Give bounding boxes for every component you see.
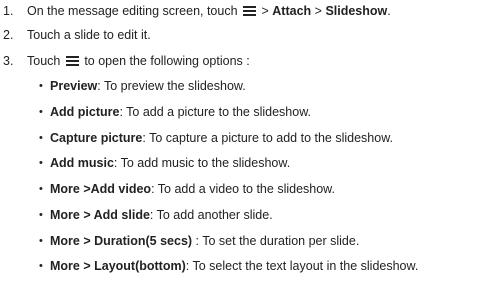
- option-label: Preview: [50, 79, 98, 93]
- bullet: •: [39, 106, 43, 118]
- step-3-pre: Touch: [27, 54, 61, 68]
- step-number: 1.: [3, 4, 14, 18]
- option-desc: : To add a video to the slideshow.: [151, 182, 335, 196]
- bullet: •: [39, 235, 43, 247]
- step-3-post: to open the following options :: [84, 54, 250, 68]
- option-text: More >Add video: To add a video to the s…: [50, 182, 335, 197]
- bullet: •: [39, 157, 43, 169]
- option-label: More >Add video: [50, 182, 152, 196]
- bullet: •: [39, 80, 43, 92]
- option-desc: : To add music to the slideshow.: [113, 156, 291, 170]
- step-text: Touch to open the following options :: [27, 54, 250, 69]
- option-label: Add picture: [50, 105, 120, 119]
- option-text: Add picture: To add a picture to the sli…: [50, 105, 311, 120]
- option-text: Capture picture: To capture a picture to…: [50, 131, 393, 146]
- option-desc: : To capture a picture to add to the sli…: [142, 131, 394, 145]
- option-text: Add music: To add music to the slideshow…: [50, 156, 290, 171]
- option-label: More > Add slide: [50, 208, 150, 222]
- option-desc: : To add a picture to the slideshow.: [119, 105, 312, 119]
- option-text: More > Add slide: To add another slide.: [50, 208, 273, 223]
- bullet: •: [39, 132, 43, 144]
- menu-icon: [65, 56, 79, 66]
- bullet: •: [39, 209, 43, 221]
- option-desc: : To add another slide.: [149, 208, 273, 222]
- option-text: More > Layout(bottom): To select the tex…: [50, 259, 418, 274]
- separator: >: [258, 4, 273, 18]
- step-text: Touch a slide to edit it.: [27, 28, 151, 42]
- instructions-document: 1. On the message editing screen, touch …: [0, 0, 501, 284]
- option-desc: : To preview the slideshow.: [97, 79, 246, 93]
- step-number: 3.: [3, 54, 14, 68]
- step-1-pre: On the message editing screen, touch: [27, 4, 238, 18]
- step-text: On the message editing screen, touch > A…: [27, 4, 391, 19]
- attach-label: Attach: [272, 4, 312, 18]
- option-label: More > Duration(5 secs): [50, 234, 193, 248]
- option-desc: : To select the text layout in the slide…: [185, 259, 419, 273]
- option-text: Preview: To preview the slideshow.: [50, 79, 246, 94]
- period: .: [387, 4, 391, 18]
- option-label: More > Layout(bottom): [50, 259, 186, 273]
- option-label: Capture picture: [50, 131, 143, 145]
- bullet: •: [39, 260, 43, 272]
- menu-icon: [243, 6, 257, 16]
- slideshow-label: Slideshow: [325, 4, 388, 18]
- option-text: More > Duration(5 secs) : To set the dur…: [50, 234, 359, 249]
- separator: >: [311, 4, 326, 18]
- step-number: 2.: [3, 28, 14, 42]
- option-desc: : To set the duration per slide.: [192, 234, 360, 248]
- bullet: •: [39, 183, 43, 195]
- option-label: Add music: [50, 156, 114, 170]
